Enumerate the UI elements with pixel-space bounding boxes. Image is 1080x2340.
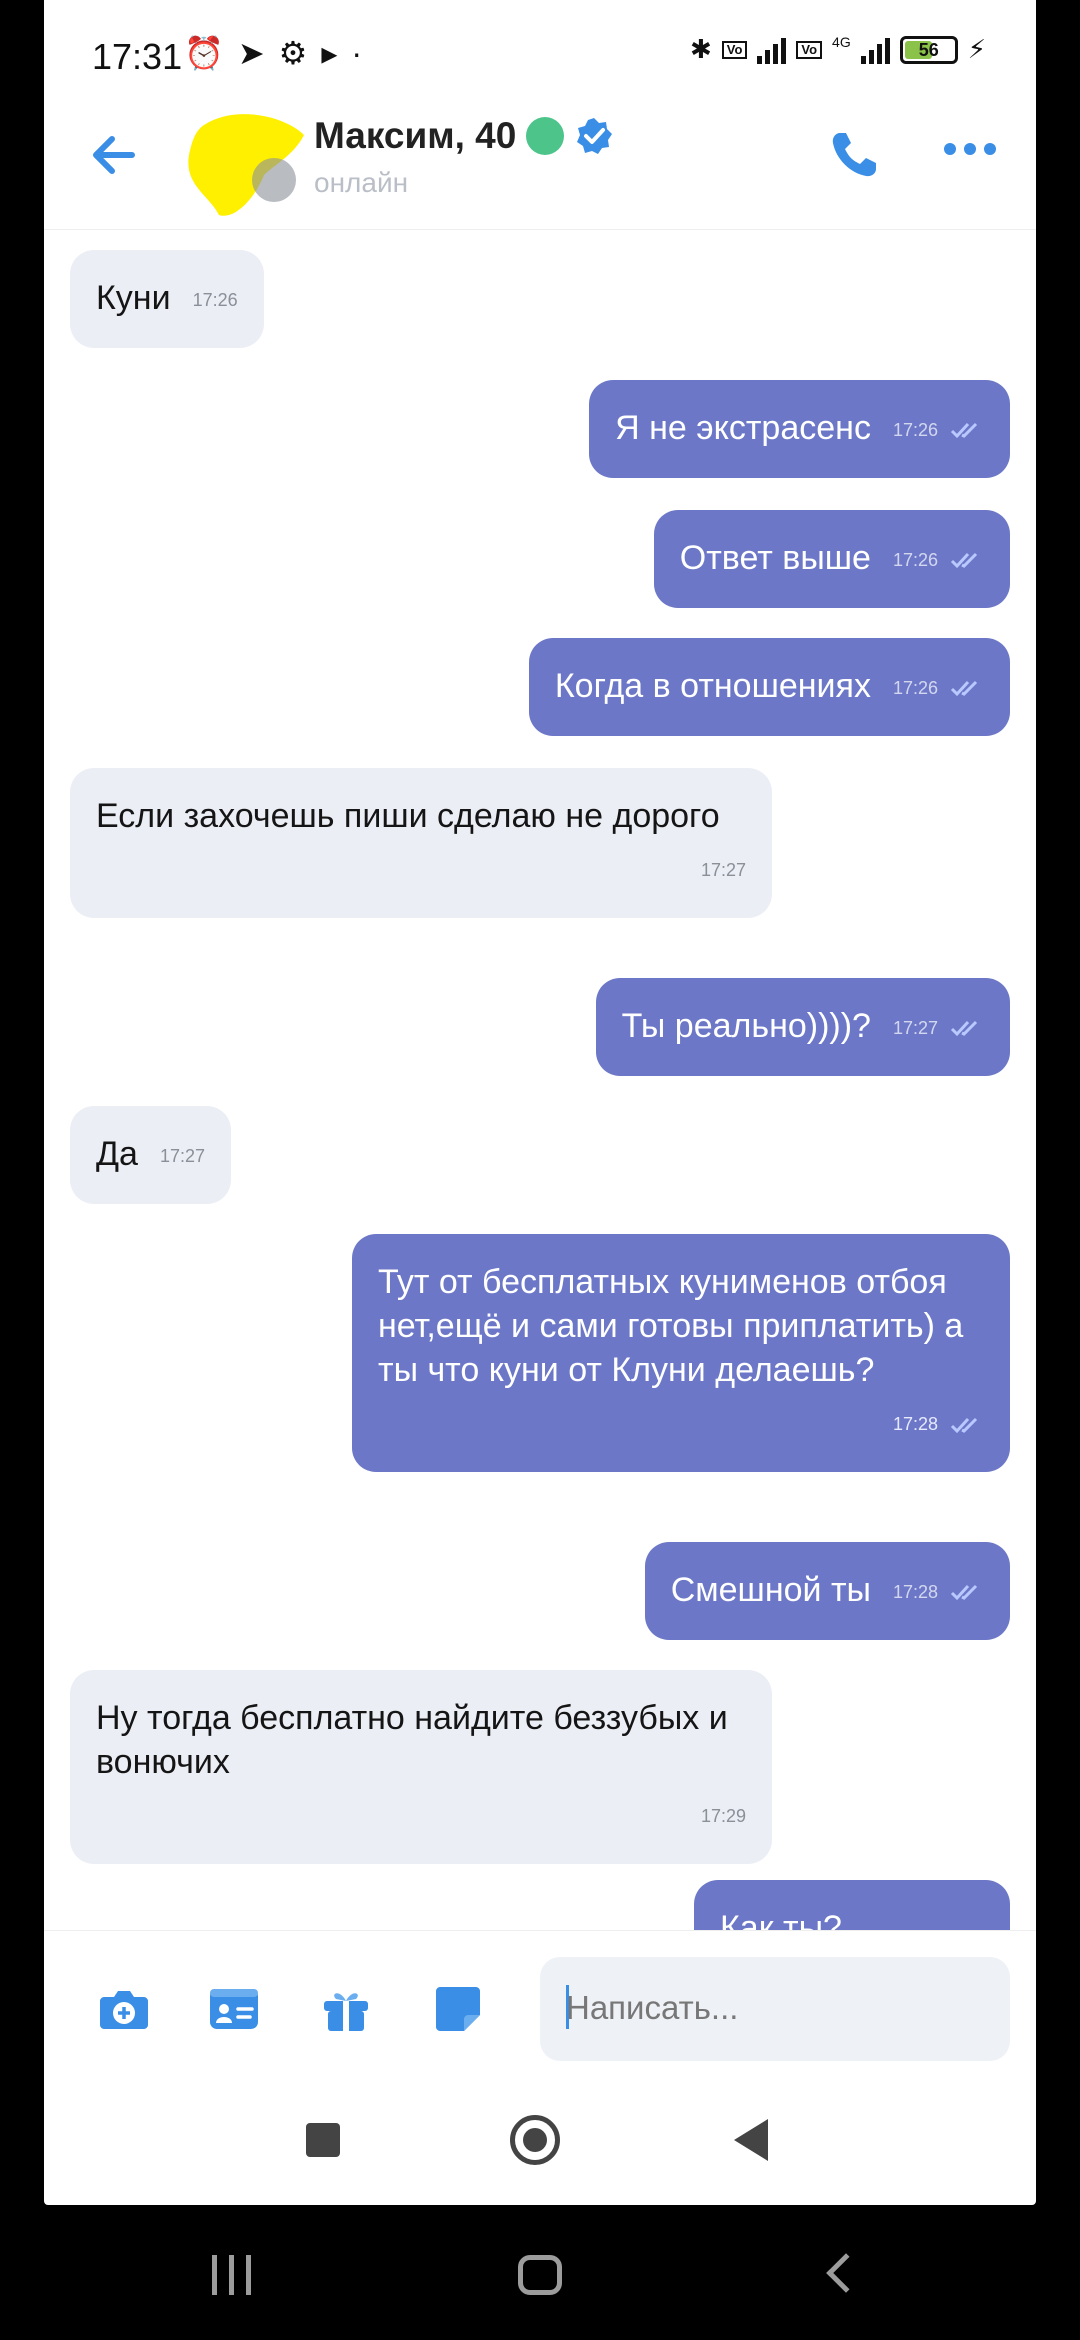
message-input-placeholder: Написать... bbox=[566, 1989, 739, 2026]
read-ticks-icon bbox=[950, 1418, 978, 1434]
message-text: Ну тогда бесплатно найдите беззубых и во… bbox=[96, 1699, 728, 1781]
status-time: 17:31 bbox=[92, 36, 183, 77]
message-text: Тут от бесплатных кунименов отбоя нет,ещ… bbox=[378, 1263, 964, 1389]
network-type: 4G bbox=[832, 34, 851, 50]
message-outgoing[interactable]: Я не экстрасенс 17:26 bbox=[589, 380, 1010, 479]
message-text: Ответ выше bbox=[679, 539, 871, 577]
message-incoming[interactable]: Ну тогда бесплатно найдите беззубых и во… bbox=[70, 1670, 772, 1864]
system-nav-bar bbox=[0, 2205, 1080, 2340]
message-time-row: 17:28 bbox=[378, 1402, 984, 1446]
message-time: 17:28 bbox=[892, 1414, 938, 1434]
message-text: Да bbox=[96, 1135, 138, 1173]
battery-icon: 56 bbox=[899, 35, 958, 64]
message-input[interactable]: Написать... bbox=[540, 1957, 1010, 2061]
message-outgoing[interactable]: Когда в отношениях 17:26 bbox=[528, 638, 1010, 737]
status-right-icons: ✱ Vo Vo 4G 56 ⚡ bbox=[690, 34, 986, 65]
message-incoming[interactable]: Куни 17:26 bbox=[70, 250, 264, 349]
contact-card-icon[interactable] bbox=[206, 1981, 262, 2037]
sticker-icon[interactable] bbox=[430, 1981, 486, 2037]
message-outgoing[interactable]: Ты реально))))? 17:27 bbox=[595, 978, 1010, 1077]
home-circle-icon[interactable] bbox=[510, 2115, 560, 2165]
message-time: 17:27 bbox=[159, 1146, 205, 1167]
message-list[interactable]: Куни 17:26 Я не экстрасенс 17:26 Ответ выш… bbox=[44, 230, 1036, 1930]
chat-header: Максим, 40 онлайн bbox=[44, 95, 1036, 230]
message-time: 17:27 bbox=[700, 860, 746, 880]
message-text: Куни bbox=[96, 279, 171, 317]
message-outgoing[interactable]: Ответ выше 17:26 bbox=[653, 510, 1010, 609]
home-icon[interactable] bbox=[518, 2255, 562, 2295]
message-time: 17:26 bbox=[192, 290, 238, 311]
message-incoming[interactable]: Да 17:27 bbox=[70, 1106, 231, 1205]
bluetooth-icon: ✱ bbox=[689, 34, 712, 64]
volte-icon: Vo bbox=[721, 40, 748, 59]
read-ticks-icon bbox=[950, 552, 978, 569]
app-nav-bar bbox=[44, 2075, 1036, 2205]
message-time: 17:26 bbox=[892, 678, 938, 699]
online-indicator bbox=[526, 117, 565, 155]
message-text: Ты реально))))? bbox=[621, 1007, 871, 1045]
back-arrow-icon[interactable] bbox=[84, 125, 144, 185]
message-time: 17:27 bbox=[892, 1018, 938, 1039]
message-outgoing[interactable]: Как ты? bbox=[694, 1880, 1010, 1930]
message-incoming[interactable]: Если захочешь пиши сделаю не дорого 17:2… bbox=[70, 768, 772, 918]
avatar[interactable] bbox=[174, 105, 314, 225]
verified-icon bbox=[577, 118, 613, 154]
read-ticks-icon bbox=[950, 680, 978, 697]
read-ticks-icon bbox=[950, 1020, 978, 1037]
message-text: Я не экстрасенс bbox=[615, 409, 871, 447]
message-time: 17:26 bbox=[892, 550, 938, 571]
message-outgoing[interactable]: Тут от бесплатных кунименов отбоя нет,ещ… bbox=[352, 1234, 1010, 1472]
recents-icon[interactable] bbox=[212, 2255, 251, 2295]
message-text: Как ты? bbox=[720, 1909, 842, 1930]
battery-level: 56 bbox=[918, 39, 939, 60]
gift-icon[interactable] bbox=[318, 1981, 374, 2037]
message-time: 17:28 bbox=[892, 1582, 938, 1603]
camera-icon[interactable] bbox=[96, 1981, 152, 2037]
message-text: Смешной ты bbox=[670, 1571, 871, 1609]
message-time: 17:29 bbox=[700, 1806, 746, 1826]
charging-icon: ⚡ bbox=[967, 34, 986, 64]
message-text: Когда в отношениях bbox=[554, 667, 871, 705]
phone-icon[interactable] bbox=[824, 125, 884, 185]
back-triangle-icon[interactable] bbox=[734, 2119, 768, 2161]
signal-icon bbox=[757, 36, 787, 64]
volte-icon-2: Vo bbox=[796, 40, 823, 59]
message-text: Если захочешь пиши сделаю не дорого bbox=[96, 797, 720, 835]
composer-bar: Написать... bbox=[44, 1930, 1036, 2070]
read-ticks-icon bbox=[950, 422, 978, 439]
contact-status: онлайн bbox=[314, 167, 409, 198]
message-time: 17:26 bbox=[892, 420, 938, 441]
notification-icons: ⏰➤⚙▸· bbox=[184, 35, 377, 71]
contact-name[interactable]: Максим, 40 bbox=[314, 115, 516, 157]
phone-screen: 17:31 ⏰➤⚙▸· ✱ Vo Vo 4G 56 ⚡ Максим, 40 о… bbox=[44, 0, 1036, 2205]
recents-square-icon[interactable] bbox=[306, 2123, 340, 2157]
status-bar: 17:31 ⏰➤⚙▸· ✱ Vo Vo 4G 56 ⚡ bbox=[44, 0, 1036, 110]
message-outgoing[interactable]: Смешной ты 17:28 bbox=[644, 1542, 1010, 1641]
more-icon[interactable] bbox=[944, 143, 996, 155]
signal-icon-2 bbox=[860, 36, 890, 64]
contact-name-row[interactable]: Максим, 40 bbox=[314, 115, 614, 157]
back-chevron-icon[interactable] bbox=[826, 2253, 866, 2293]
read-ticks-icon bbox=[950, 1584, 978, 1601]
